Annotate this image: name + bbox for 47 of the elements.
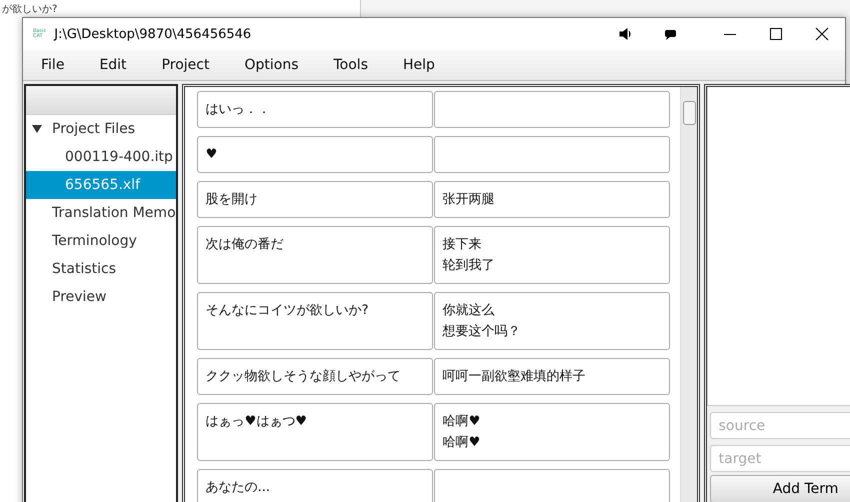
target-cell[interactable]: 哈啊♥ 哈啊♥ xyxy=(434,403,670,461)
maximize-icon[interactable] xyxy=(769,27,783,41)
target-cell[interactable]: 呵呵一副欲壑难填的样子 xyxy=(434,358,670,395)
target-cell[interactable] xyxy=(434,91,670,128)
source-cell[interactable]: あなたの... xyxy=(196,469,433,502)
tree-item[interactable]: Preview xyxy=(26,283,176,311)
target-cell[interactable] xyxy=(434,136,670,173)
menu-item[interactable]: Project xyxy=(162,57,210,73)
source-cell[interactable]: 次は俺の番だ xyxy=(196,226,433,284)
target-cell[interactable]: 接下来 轮到我了 xyxy=(434,226,670,284)
expand-icon[interactable] xyxy=(32,124,42,134)
target-text: 哈啊♥ xyxy=(442,434,480,452)
menu-item[interactable]: Options xyxy=(244,57,298,73)
add-term-button[interactable]: Add Term xyxy=(710,475,850,502)
target-text: 呵呵一副欲壑难填的样子 xyxy=(442,368,586,386)
menu-item[interactable]: Help xyxy=(403,57,435,73)
tree-item[interactable]: 000119-400.itp xyxy=(26,143,176,171)
tree-item[interactable]: Terminology xyxy=(26,227,176,255)
window-title: J:\G\Desktop\9870\456456546 xyxy=(54,26,252,42)
source-cell[interactable]: はいっ．． xyxy=(196,91,433,128)
background-text: が欲しいか? xyxy=(2,3,58,16)
target-field[interactable]: target xyxy=(710,445,850,472)
target-cell[interactable]: 你就这么 想要这个吗？ xyxy=(434,292,670,350)
target-cell[interactable] xyxy=(434,469,670,502)
target-text: 你就这么 xyxy=(442,302,495,320)
source-field[interactable]: source xyxy=(710,412,850,439)
source-cell[interactable]: ククッ物欲しそうな顔しやがって xyxy=(196,358,433,395)
target-text: 接下来 xyxy=(442,236,482,254)
speaker-icon[interactable] xyxy=(619,27,633,41)
menu-item[interactable]: File xyxy=(41,57,64,73)
tree-item[interactable]: Project Files xyxy=(26,115,176,143)
target-cell[interactable]: 张开两腿 xyxy=(434,181,670,218)
menu-item[interactable]: Tools xyxy=(334,57,368,73)
source-cell[interactable]: 股を開け xyxy=(196,181,433,218)
target-text: 想要这个吗？ xyxy=(442,323,521,341)
scrollbar[interactable] xyxy=(680,87,697,502)
chat-bubble-icon[interactable] xyxy=(663,27,677,41)
target-text: 张开两腿 xyxy=(442,191,495,209)
source-cell[interactable]: そんなにコイツが欲しいか? xyxy=(196,292,433,350)
source-cell[interactable]: はぁっ♥はぁつ♥ xyxy=(196,403,433,461)
target-text: 轮到我了 xyxy=(442,257,495,275)
close-icon[interactable] xyxy=(815,27,829,41)
menu-item[interactable]: Edit xyxy=(99,57,127,73)
source-cell[interactable]: ♥ xyxy=(196,136,433,173)
tree-item[interactable]: Statistics xyxy=(26,255,176,283)
tree-item[interactable]: Translation Memo xyxy=(26,199,176,227)
target-text: 哈啊♥ xyxy=(442,413,480,431)
